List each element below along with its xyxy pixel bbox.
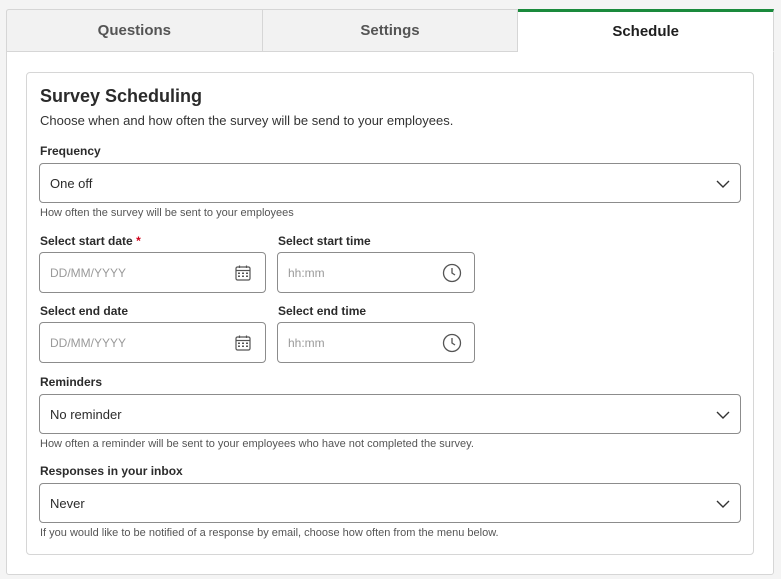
reminders-select[interactable]: No reminder (39, 394, 741, 434)
start-date-label-text: Select start date (40, 234, 133, 248)
chevron-down-icon (716, 180, 730, 188)
inbox-value: Never (50, 495, 85, 511)
inbox-label: Responses in your inbox (40, 464, 183, 478)
tab-settings[interactable]: Settings (262, 9, 519, 52)
start-time-input[interactable]: hh:mm (277, 252, 475, 293)
inbox-select[interactable]: Never (39, 483, 741, 523)
frequency-label: Frequency (40, 144, 101, 158)
frequency-help: How often the survey will be sent to you… (40, 207, 294, 219)
end-time-placeholder: hh:mm (288, 335, 325, 350)
frequency-select[interactable]: One off (39, 163, 741, 203)
frequency-value: One off (50, 175, 93, 191)
start-time-label: Select start time (278, 234, 371, 248)
start-date-input[interactable]: DD/MM/YYYY (39, 252, 266, 293)
chevron-down-icon (716, 411, 730, 419)
start-date-label: Select start date * (40, 234, 141, 248)
section-title: Survey Scheduling (40, 86, 203, 106)
start-date-placeholder: DD/MM/YYYY (50, 265, 127, 280)
section-subtitle: Choose when and how often the survey wil… (40, 113, 454, 128)
reminders-value: No reminder (50, 406, 122, 422)
clock-icon[interactable] (442, 333, 462, 353)
required-asterisk: * (136, 234, 141, 248)
calendar-icon[interactable] (233, 333, 253, 353)
clock-icon[interactable] (442, 263, 462, 283)
tab-schedule[interactable]: Schedule (518, 9, 775, 52)
end-date-label: Select end date (40, 304, 129, 318)
end-date-placeholder: DD/MM/YYYY (50, 335, 127, 350)
reminders-label: Reminders (40, 375, 103, 389)
inbox-help: If you would like to be notified of a re… (40, 527, 499, 539)
reminders-help: How often a reminder will be sent to you… (40, 438, 474, 450)
tab-bar: Questions Settings Schedule (6, 9, 775, 52)
tab-questions[interactable]: Questions (6, 9, 263, 52)
end-time-label: Select end time (278, 304, 367, 318)
calendar-icon[interactable] (233, 263, 253, 283)
end-date-input[interactable]: DD/MM/YYYY (39, 322, 266, 363)
chevron-down-icon (716, 500, 730, 508)
end-time-input[interactable]: hh:mm (277, 322, 475, 363)
start-time-placeholder: hh:mm (288, 265, 325, 280)
